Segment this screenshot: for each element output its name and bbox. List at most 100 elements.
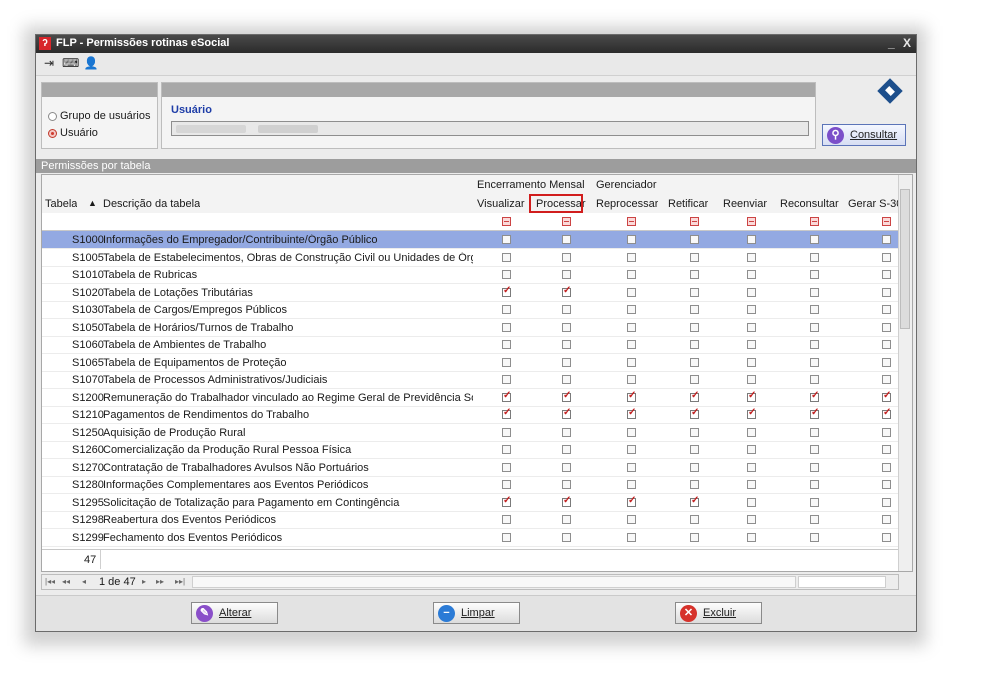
consultar-button[interactable]: ⚲ Consultar bbox=[822, 124, 906, 146]
permission-checkbox[interactable] bbox=[562, 495, 571, 507]
table-row[interactable]: S1020 Tabela de Lotações Tributárias bbox=[42, 284, 900, 302]
permission-checkbox[interactable] bbox=[690, 305, 699, 314]
permission-checkbox[interactable] bbox=[810, 515, 819, 524]
permission-checkbox[interactable] bbox=[562, 322, 571, 332]
permission-checkbox[interactable] bbox=[882, 357, 891, 367]
permission-checkbox[interactable] bbox=[747, 480, 756, 489]
permission-checkbox[interactable] bbox=[810, 340, 819, 349]
permission-checkbox[interactable] bbox=[562, 340, 571, 349]
table-row[interactable]: S1260 Comercialização da Produção Rural P… bbox=[42, 441, 900, 459]
permission-checkbox[interactable] bbox=[810, 407, 819, 419]
permission-checkbox[interactable] bbox=[747, 390, 756, 402]
permission-checkbox[interactable] bbox=[627, 495, 636, 507]
column-filter-icon[interactable] bbox=[627, 217, 636, 226]
permission-checkbox[interactable] bbox=[747, 462, 756, 472]
exit-icon[interactable]: ⇥ bbox=[41, 56, 57, 70]
permission-checkbox[interactable] bbox=[810, 235, 819, 244]
permission-checkbox[interactable] bbox=[502, 322, 511, 332]
permission-checkbox[interactable] bbox=[562, 375, 571, 384]
permission-checkbox[interactable] bbox=[502, 252, 511, 262]
prev-page-button[interactable]: ◂◂ bbox=[62, 577, 70, 586]
permission-checkbox[interactable] bbox=[562, 285, 571, 297]
permission-checkbox[interactable] bbox=[690, 532, 699, 542]
permission-checkbox[interactable] bbox=[882, 407, 891, 419]
permission-checkbox[interactable] bbox=[502, 462, 511, 472]
column-filter-icon[interactable] bbox=[810, 217, 819, 226]
permission-checkbox[interactable] bbox=[502, 285, 511, 297]
permission-checkbox[interactable] bbox=[562, 252, 571, 262]
permission-checkbox[interactable] bbox=[690, 235, 699, 244]
permission-checkbox[interactable] bbox=[747, 407, 756, 419]
permission-checkbox[interactable] bbox=[882, 445, 891, 454]
minimize-button[interactable]: _ bbox=[888, 36, 895, 50]
permission-checkbox[interactable] bbox=[810, 375, 819, 384]
permission-checkbox[interactable] bbox=[562, 427, 571, 437]
table-row[interactable]: S1298 Reabertura dos Eventos Periódicos bbox=[42, 511, 900, 529]
permission-checkbox[interactable] bbox=[747, 427, 756, 437]
permission-checkbox[interactable] bbox=[810, 390, 819, 402]
col-header-reenviar[interactable]: Reenviar bbox=[723, 198, 767, 210]
col-header-reprocessar[interactable]: Reprocessar bbox=[596, 198, 658, 210]
permission-checkbox[interactable] bbox=[562, 515, 571, 524]
radio-button[interactable] bbox=[48, 111, 57, 121]
col-header-visualizar[interactable]: Visualizar bbox=[477, 198, 525, 210]
permission-checkbox[interactable] bbox=[502, 495, 511, 507]
permission-checkbox[interactable] bbox=[627, 252, 636, 262]
next-page-button[interactable]: ▸▸ bbox=[156, 577, 164, 586]
permission-checkbox[interactable] bbox=[562, 305, 571, 314]
col-header-tabela[interactable]: Tabela bbox=[45, 198, 77, 210]
permission-checkbox[interactable] bbox=[627, 340, 636, 349]
permission-checkbox[interactable] bbox=[502, 480, 511, 489]
permission-checkbox[interactable] bbox=[627, 235, 636, 244]
permission-checkbox[interactable] bbox=[690, 375, 699, 384]
permission-checkbox[interactable] bbox=[690, 270, 699, 279]
permission-checkbox[interactable] bbox=[562, 390, 571, 402]
permission-checkbox[interactable] bbox=[690, 407, 699, 419]
radio-usuario[interactable]: Usuário bbox=[48, 127, 98, 139]
permission-checkbox[interactable] bbox=[747, 357, 756, 367]
table-row[interactable]: S1270 Contratação de Trabalhadores Avulso… bbox=[42, 459, 900, 477]
table-row[interactable]: S1070 Tabela de Processos Administrativos… bbox=[42, 371, 900, 389]
permission-checkbox[interactable] bbox=[502, 390, 511, 402]
permission-checkbox[interactable] bbox=[502, 357, 511, 367]
permission-checkbox[interactable] bbox=[747, 322, 756, 332]
permission-checkbox[interactable] bbox=[627, 515, 636, 524]
permission-checkbox[interactable] bbox=[747, 497, 756, 507]
permission-checkbox[interactable] bbox=[562, 235, 571, 244]
table-row[interactable]: S1060 Tabela de Ambientes de Trabalho bbox=[42, 336, 900, 354]
table-row[interactable]: S1030 Tabela de Cargos/Empregos Públicos bbox=[42, 301, 900, 319]
permission-checkbox[interactable] bbox=[627, 270, 636, 279]
column-filter-icon[interactable] bbox=[690, 217, 699, 226]
permission-checkbox[interactable] bbox=[690, 445, 699, 454]
permission-checkbox[interactable] bbox=[562, 462, 571, 472]
permission-checkbox[interactable] bbox=[747, 515, 756, 524]
permission-checkbox[interactable] bbox=[562, 445, 571, 454]
table-row[interactable]: S1010 Tabela de Rubricas bbox=[42, 266, 900, 284]
col-header-retificar[interactable]: Retificar bbox=[668, 198, 708, 210]
table-row[interactable]: S1050 Tabela de Horários/Turnos de Trabal… bbox=[42, 319, 900, 337]
column-filter-icon[interactable] bbox=[502, 217, 511, 226]
permission-checkbox[interactable] bbox=[627, 407, 636, 419]
permission-checkbox[interactable] bbox=[810, 305, 819, 314]
column-filter-icon[interactable] bbox=[882, 217, 891, 226]
permission-checkbox[interactable] bbox=[627, 462, 636, 472]
column-filter-icon[interactable] bbox=[747, 217, 756, 226]
radio-grupo-usuarios[interactable]: Grupo de usuários bbox=[48, 110, 151, 122]
permission-checkbox[interactable] bbox=[747, 375, 756, 384]
permission-checkbox[interactable] bbox=[810, 427, 819, 437]
permission-checkbox[interactable] bbox=[502, 515, 511, 524]
permission-checkbox[interactable] bbox=[627, 357, 636, 367]
permission-checkbox[interactable] bbox=[562, 480, 571, 489]
permission-checkbox[interactable] bbox=[882, 497, 891, 507]
permission-checkbox[interactable] bbox=[627, 427, 636, 437]
scroll-thumb[interactable] bbox=[900, 189, 910, 329]
user-field[interactable] bbox=[171, 121, 809, 136]
table-row[interactable]: S1210 Pagamentos de Rendimentos do Trabal… bbox=[42, 406, 900, 424]
permission-checkbox[interactable] bbox=[690, 427, 699, 437]
table-row[interactable]: S1295 Solicitação de Totalização para Pag… bbox=[42, 494, 900, 512]
permission-checkbox[interactable] bbox=[747, 305, 756, 314]
permission-checkbox[interactable] bbox=[690, 462, 699, 472]
permission-checkbox[interactable] bbox=[627, 445, 636, 454]
permission-checkbox[interactable] bbox=[747, 340, 756, 349]
horizontal-scroll-track[interactable] bbox=[798, 576, 886, 588]
